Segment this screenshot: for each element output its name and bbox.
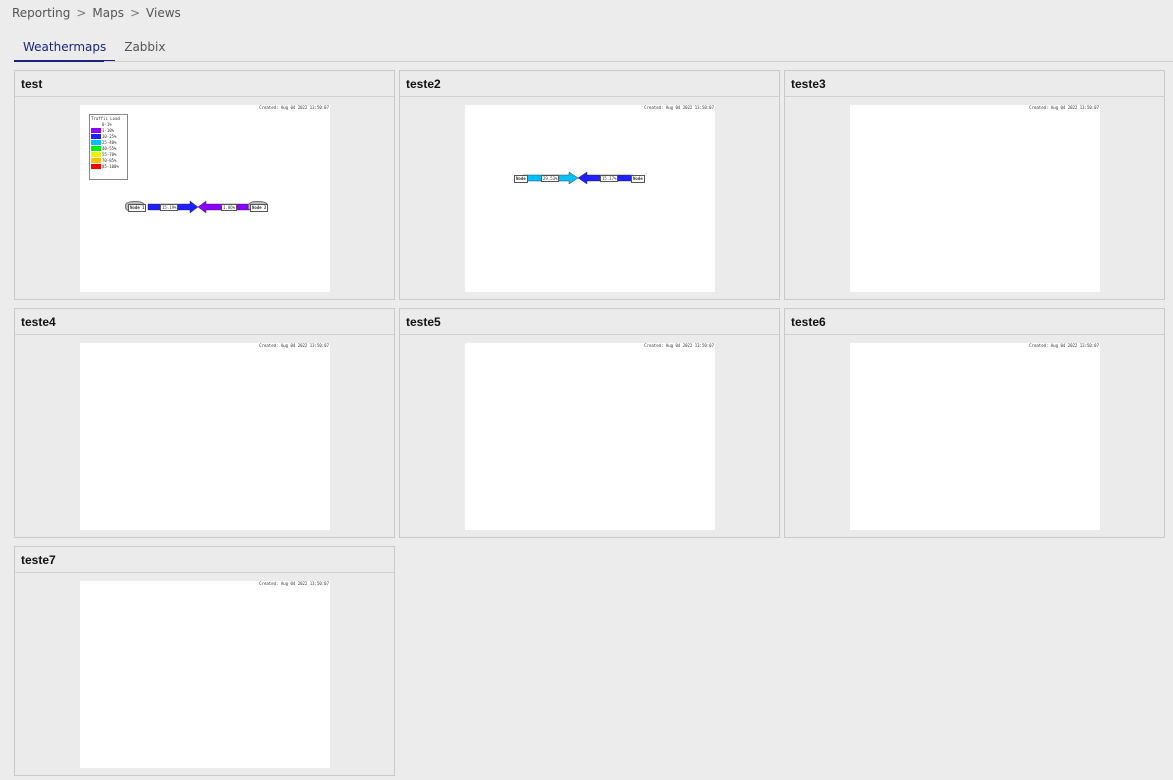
map-card-teste6: teste6 Created: Aug 04 2022 13:50:07 <box>784 308 1165 538</box>
map-card-teste2: teste2 Created: Aug 04 2022 13:50:07 Nod… <box>399 70 780 300</box>
map-card-title[interactable]: teste5 <box>400 309 779 335</box>
breadcrumb-separator: > <box>76 6 87 20</box>
map-created-timestamp: Created: Aug 04 2022 13:50:07 <box>259 343 329 348</box>
link-label-out: 15.17% <box>600 175 619 182</box>
map-card-teste7: teste7 Created: Aug 04 2022 13:50:07 <box>14 546 395 776</box>
map-card-title[interactable]: test <box>15 71 394 97</box>
breadcrumb-separator: > <box>129 6 141 20</box>
map-card-teste3: teste3 Created: Aug 04 2022 13:50:07 <box>784 70 1165 300</box>
map-card-title[interactable]: teste6 <box>785 309 1164 335</box>
map-card-title[interactable]: teste3 <box>785 71 1164 97</box>
link-label-in: 15.19% <box>160 204 179 211</box>
weathermap-image[interactable]: Created: Aug 04 2022 13:50:07 <box>80 581 330 768</box>
weathermap-image[interactable]: Created: Aug 04 2022 13:50:07 Traffic Lo… <box>80 105 330 292</box>
map-card-teste5: teste5 Created: Aug 04 2022 13:50:07 <box>399 308 780 538</box>
breadcrumb-maps[interactable]: Maps <box>92 6 124 20</box>
map-card-title[interactable]: teste2 <box>400 71 779 97</box>
map-card-title[interactable]: teste4 <box>15 309 394 335</box>
weathermap-image[interactable]: Created: Aug 04 2022 13:50:07 <box>80 343 330 530</box>
breadcrumb-views: Views <box>146 6 181 20</box>
map-created-timestamp: Created: Aug 04 2022 13:50:07 <box>259 581 329 586</box>
map-node-b[interactable]: Node 2 <box>250 204 269 212</box>
weathermap-image[interactable]: Created: Aug 04 2022 13:50:07 <box>850 105 1100 292</box>
map-links <box>522 171 634 185</box>
map-created-timestamp: Created: Aug 04 2022 13:50:07 <box>644 343 714 348</box>
link-label-out: 1.86% <box>221 204 238 211</box>
weathermap-image[interactable]: Created: Aug 04 2022 13:50:07 <box>850 343 1100 530</box>
tab-zabbix[interactable]: Zabbix <box>115 34 174 62</box>
tab-bar: Weathermaps Zabbix <box>14 34 174 62</box>
map-node-a[interactable]: Node <box>514 175 528 183</box>
map-node-b[interactable]: Node <box>631 175 645 183</box>
tabs-divider <box>104 61 1173 62</box>
breadcrumb: Reporting > Maps > Views <box>12 6 181 20</box>
tab-weathermaps[interactable]: Weathermaps <box>14 34 116 62</box>
map-card-teste4: teste4 Created: Aug 04 2022 13:50:07 <box>14 308 395 538</box>
map-card-test: test Created: Aug 04 2022 13:50:07 Traff… <box>14 70 395 300</box>
weathermap-image[interactable]: Created: Aug 04 2022 13:50:07 <box>465 343 715 530</box>
map-created-timestamp: Created: Aug 04 2022 13:50:07 <box>1029 105 1099 110</box>
map-links <box>147 200 251 214</box>
map-card-title[interactable]: teste7 <box>15 547 394 573</box>
breadcrumb-reporting[interactable]: Reporting <box>12 6 70 20</box>
weathermap-image[interactable]: Created: Aug 04 2022 13:50:07 Node Node … <box>465 105 715 292</box>
map-created-timestamp: Created: Aug 04 2022 13:50:07 <box>1029 343 1099 348</box>
link-label-in: 29.53% <box>541 175 560 182</box>
map-node-a[interactable]: Node 1 <box>128 204 147 212</box>
